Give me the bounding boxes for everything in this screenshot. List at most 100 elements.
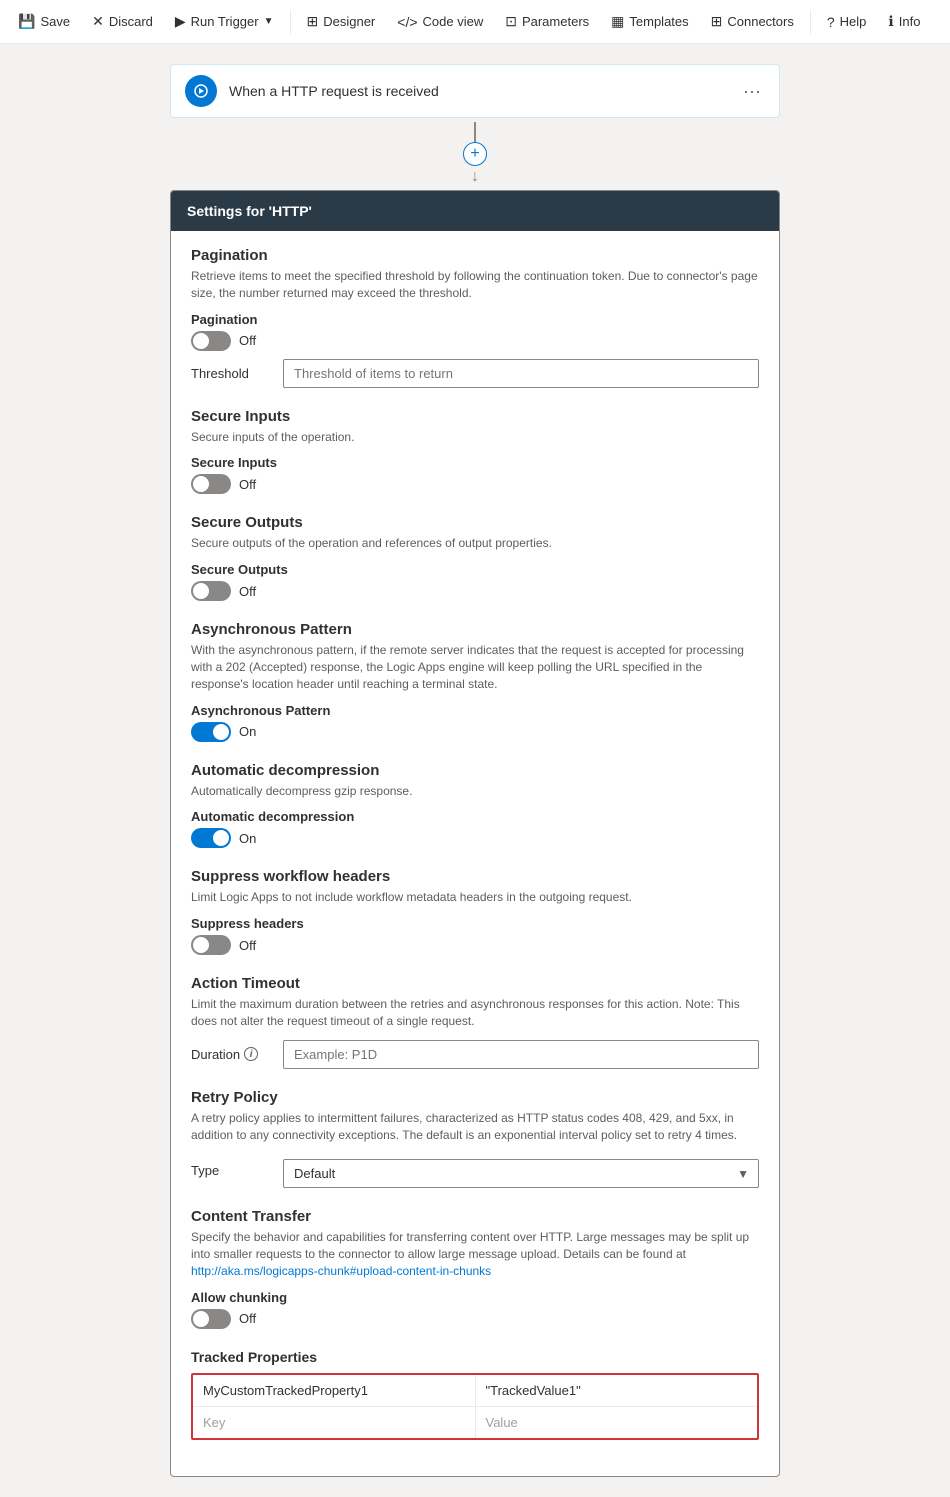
- pagination-title: Pagination: [191, 247, 759, 264]
- tracked-properties-table-container: MyCustomTrackedProperty1 "TrackedValue1"…: [191, 1373, 759, 1440]
- pagination-section: Pagination Retrieve items to meet the sp…: [191, 247, 759, 388]
- async-pattern-field-label: Asynchronous Pattern: [191, 703, 759, 718]
- suppress-headers-toggle-row: Off: [191, 935, 759, 955]
- pagination-desc: Retrieve items to meet the specified thr…: [191, 268, 759, 302]
- designer-label: Designer: [323, 14, 375, 29]
- save-button[interactable]: 💾 Save: [8, 7, 80, 36]
- auto-decompress-toggle-label: On: [239, 831, 256, 846]
- tracked-value-1[interactable]: "TrackedValue1": [475, 1375, 757, 1407]
- table-row: MyCustomTrackedProperty1 "TrackedValue1": [193, 1375, 757, 1407]
- divider-2: [810, 10, 811, 34]
- trigger-block[interactable]: When a HTTP request is received ···: [170, 64, 780, 118]
- async-pattern-toggle-label: On: [239, 724, 256, 739]
- content-transfer-link[interactable]: http://aka.ms/logicapps-chunk#upload-con…: [191, 1264, 491, 1278]
- threshold-label: Threshold: [191, 366, 271, 381]
- allow-chunking-toggle-row: Off: [191, 1309, 759, 1329]
- run-trigger-button[interactable]: ▶ Run Trigger ▼: [165, 7, 284, 36]
- connector-line-segment: [474, 122, 476, 142]
- run-icon: ▶: [175, 13, 186, 30]
- suppress-headers-toggle[interactable]: [191, 935, 231, 955]
- content-transfer-desc-text: Specify the behavior and capabilities fo…: [191, 1230, 749, 1261]
- tracked-key-placeholder[interactable]: Key: [193, 1406, 475, 1438]
- toolbar: 💾 Save ✕ Discard ▶ Run Trigger ▼ ⊞ Desig…: [0, 0, 950, 44]
- async-pattern-section: Asynchronous Pattern With the asynchrono…: [191, 621, 759, 741]
- duration-row: Duration i: [191, 1040, 759, 1069]
- connectors-button[interactable]: ⊞ Connectors: [701, 7, 804, 36]
- save-label: Save: [40, 14, 70, 29]
- pagination-field-label: Pagination: [191, 312, 759, 327]
- retry-type-select[interactable]: Default None Exponential Interval Fixed …: [283, 1159, 759, 1188]
- templates-button[interactable]: ▦ Templates: [601, 7, 698, 36]
- secure-inputs-desc: Secure inputs of the operation.: [191, 429, 759, 446]
- info-icon: ℹ: [888, 13, 893, 30]
- secure-outputs-toggle-label: Off: [239, 584, 256, 599]
- suppress-headers-title: Suppress workflow headers: [191, 868, 759, 885]
- type-select-wrapper: Default None Exponential Interval Fixed …: [283, 1159, 759, 1188]
- action-timeout-desc: Limit the maximum duration between the r…: [191, 996, 759, 1030]
- tracked-properties-title: Tracked Properties: [191, 1349, 759, 1365]
- retry-policy-title: Retry Policy: [191, 1089, 759, 1106]
- settings-body: Pagination Retrieve items to meet the sp…: [171, 231, 779, 1476]
- pagination-toggle-row: Off: [191, 331, 759, 351]
- allow-chunking-toggle[interactable]: [191, 1309, 231, 1329]
- duration-input[interactable]: [283, 1040, 759, 1069]
- designer-button[interactable]: ⊞ Designer: [297, 7, 386, 36]
- async-pattern-toggle-row: On: [191, 722, 759, 742]
- content-transfer-title: Content Transfer: [191, 1208, 759, 1225]
- retry-policy-desc: A retry policy applies to intermittent f…: [191, 1110, 759, 1144]
- add-step-button[interactable]: +: [463, 142, 487, 166]
- secure-inputs-title: Secure Inputs: [191, 408, 759, 425]
- parameters-button[interactable]: ⊡ Parameters: [495, 7, 599, 36]
- auto-decompress-title: Automatic decompression: [191, 762, 759, 779]
- auto-decompress-field-label: Automatic decompression: [191, 809, 759, 824]
- tracked-key-1[interactable]: MyCustomTrackedProperty1: [193, 1375, 475, 1407]
- async-pattern-title: Asynchronous Pattern: [191, 621, 759, 638]
- help-icon: ?: [827, 14, 835, 30]
- suppress-headers-desc: Limit Logic Apps to not include workflow…: [191, 889, 759, 906]
- code-icon: </>: [397, 14, 417, 30]
- code-view-button[interactable]: </> Code view: [387, 8, 493, 36]
- auto-decompress-section: Automatic decompression Automatically de…: [191, 762, 759, 849]
- divider-1: [290, 10, 291, 34]
- secure-outputs-title: Secure Outputs: [191, 514, 759, 531]
- templates-icon: ▦: [611, 13, 624, 30]
- run-trigger-label: Run Trigger: [191, 14, 259, 29]
- pagination-toggle-label: Off: [239, 333, 256, 348]
- connectors-icon: ⊞: [711, 13, 723, 30]
- designer-icon: ⊞: [307, 13, 319, 30]
- tracked-value-placeholder[interactable]: Value: [475, 1406, 757, 1438]
- pagination-toggle[interactable]: [191, 331, 231, 351]
- code-view-label: Code view: [423, 14, 484, 29]
- save-icon: 💾: [18, 13, 35, 30]
- type-row: Type Default None Exponential Interval F…: [191, 1153, 759, 1188]
- trigger-icon: [185, 75, 217, 107]
- templates-label: Templates: [629, 14, 688, 29]
- discard-button[interactable]: ✕ Discard: [82, 7, 163, 36]
- trigger-label: When a HTTP request is received: [229, 83, 739, 99]
- arrow-down-icon: ↓: [471, 168, 479, 186]
- settings-panel: Settings for 'HTTP' Pagination Retrieve …: [170, 190, 780, 1477]
- settings-header: Settings for 'HTTP': [171, 191, 779, 231]
- trigger-more-button[interactable]: ···: [739, 77, 765, 106]
- suppress-headers-field-label: Suppress headers: [191, 916, 759, 931]
- secure-inputs-toggle-label: Off: [239, 477, 256, 492]
- suppress-headers-section: Suppress workflow headers Limit Logic Ap…: [191, 868, 759, 955]
- parameters-label: Parameters: [522, 14, 589, 29]
- secure-outputs-section: Secure Outputs Secure outputs of the ope…: [191, 514, 759, 601]
- action-timeout-section: Action Timeout Limit the maximum duratio…: [191, 975, 759, 1069]
- secure-inputs-toggle[interactable]: [191, 474, 231, 494]
- canvas: When a HTTP request is received ··· + ↓ …: [0, 44, 950, 1497]
- async-pattern-toggle[interactable]: [191, 722, 231, 742]
- secure-outputs-toggle[interactable]: [191, 581, 231, 601]
- help-button[interactable]: ? Help: [817, 8, 877, 36]
- threshold-input[interactable]: [283, 359, 759, 388]
- info-button[interactable]: ℹ Info: [878, 7, 930, 36]
- duration-info-icon[interactable]: i: [244, 1047, 258, 1061]
- content-transfer-section: Content Transfer Specify the behavior an…: [191, 1208, 759, 1328]
- type-label: Type: [191, 1163, 271, 1178]
- auto-decompress-toggle[interactable]: [191, 828, 231, 848]
- secure-outputs-desc: Secure outputs of the operation and refe…: [191, 535, 759, 552]
- duration-label-text: Duration: [191, 1047, 240, 1062]
- help-label: Help: [840, 14, 867, 29]
- threshold-row: Threshold: [191, 359, 759, 388]
